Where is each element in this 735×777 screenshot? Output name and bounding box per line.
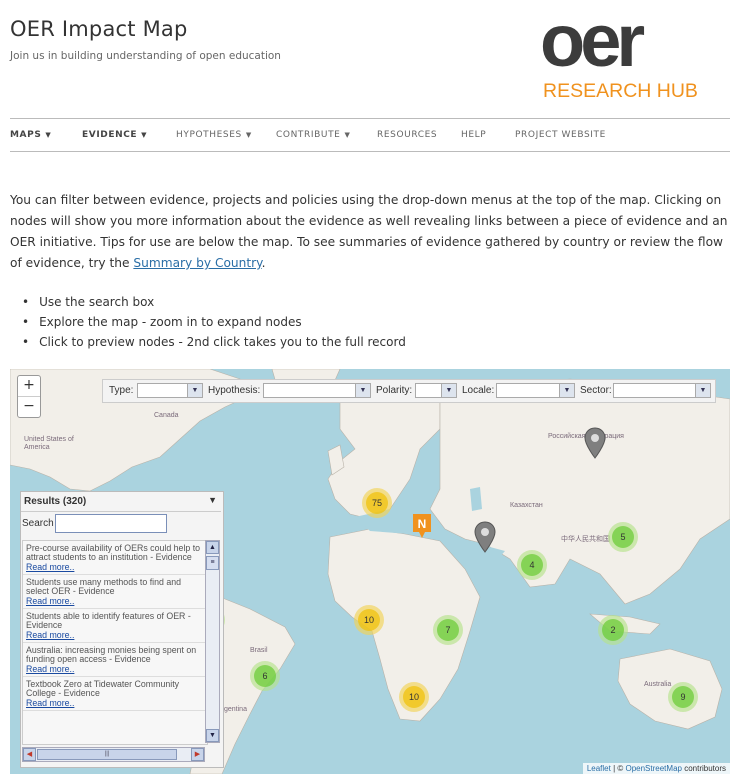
scroll-left-icon[interactable]: ◀ xyxy=(23,748,36,761)
results-list: Pre-course availability of OERs could he… xyxy=(22,540,208,745)
chevron-down-icon: ▼ xyxy=(45,131,52,139)
map-label-canada: Canada xyxy=(154,412,179,419)
read-more-link[interactable]: Read more.. xyxy=(26,699,203,708)
list-item[interactable]: Students able to identify features of OE… xyxy=(23,609,207,643)
map-attribution: Leaflet | © OpenStreetMap contributors xyxy=(582,763,730,774)
nav-help[interactable]: HELP xyxy=(461,130,486,140)
chevron-down-icon: ▼ xyxy=(141,131,148,139)
read-more-link[interactable]: Read more.. xyxy=(26,597,203,606)
intro-paragraph: You can filter between evidence, project… xyxy=(10,193,728,270)
evidence-map[interactable]: Canada United States of America Российск… xyxy=(10,369,730,774)
zoom-out-button[interactable]: − xyxy=(18,396,40,417)
nav-contribute[interactable]: CONTRIBUTE ▼ xyxy=(276,130,350,140)
filter-locale-label: Locale: xyxy=(462,385,495,396)
main-nav: MAPS ▼ EVIDENCE ▼ HYPOTHESES ▼ CONTRIBUTE ▼ … xyxy=(10,118,730,152)
marker-letter: N xyxy=(418,517,427,531)
filter-locale-select[interactable]: ▼ xyxy=(496,383,575,398)
map-cluster-marker[interactable]: 4 xyxy=(517,550,547,580)
read-more-link[interactable]: Read more.. xyxy=(26,665,203,674)
map-label-brasil: Brasil xyxy=(250,647,268,654)
results-search-input[interactable] xyxy=(55,514,167,533)
filter-polarity-select[interactable]: ▼ xyxy=(415,383,457,398)
nav-resources[interactable]: RESOURCES xyxy=(377,130,437,140)
list-item[interactable]: Pre-course availability of OERs could he… xyxy=(23,541,207,575)
map-pin-icon[interactable] xyxy=(474,521,496,553)
site-title[interactable]: OER Impact Map xyxy=(10,17,188,41)
list-item[interactable]: Textbook Zero at Tidewater Community Col… xyxy=(23,677,207,711)
filter-type-select[interactable]: ▼ xyxy=(137,383,203,398)
filter-hypothesis-label: Hypothesis: xyxy=(208,385,261,396)
results-title: Results (320) xyxy=(24,496,87,507)
tips-list: Use the search box Explore the map - zoo… xyxy=(22,292,406,352)
chevron-down-icon: ▼ xyxy=(441,384,456,397)
tip-item: Use the search box xyxy=(22,292,406,312)
list-item[interactable]: Australia: increasing monies being spent… xyxy=(23,643,207,677)
chevron-down-icon: ▼ xyxy=(187,384,202,397)
filter-sector-label: Sector: xyxy=(580,385,612,396)
map-zoom-control: + − xyxy=(17,375,41,418)
nav-hypotheses[interactable]: HYPOTHESES ▼ xyxy=(176,130,252,140)
summary-by-country-link[interactable]: Summary by Country xyxy=(133,256,261,270)
logo-subtitle: RESEARCH HUB xyxy=(543,80,698,102)
search-label: Search xyxy=(22,518,54,529)
tip-item: Click to preview nodes - 2nd click takes… xyxy=(22,332,406,352)
read-more-link[interactable]: Read more.. xyxy=(26,631,203,640)
tip-item: Explore the map - zoom in to expand node… xyxy=(22,312,406,332)
oer-research-hub-logo[interactable]: oer RESEARCH HUB xyxy=(540,8,720,104)
map-cluster-marker[interactable]: 5 xyxy=(608,522,638,552)
results-horizontal-scrollbar[interactable]: ◀ ||| ▶ xyxy=(22,747,205,762)
chevron-down-icon: ▼ xyxy=(344,131,351,139)
list-item[interactable]: Students use many methods to find and se… xyxy=(23,575,207,609)
nav-maps[interactable]: MAPS ▼ xyxy=(10,130,51,140)
chevron-down-icon: ▼ xyxy=(559,384,574,397)
results-header[interactable]: Results (320) ▼ xyxy=(21,492,221,512)
scroll-down-icon[interactable]: ▼ xyxy=(206,729,219,742)
filter-hypothesis-select[interactable]: ▼ xyxy=(263,383,371,398)
chevron-down-icon: ▼ xyxy=(245,131,252,139)
scroll-up-icon[interactable]: ▲ xyxy=(206,541,219,554)
site-tagline: Join us in building understanding of ope… xyxy=(10,50,281,62)
map-cluster-marker[interactable]: 10 xyxy=(354,605,384,635)
map-pin-icon[interactable] xyxy=(584,427,606,459)
logo-word: oer xyxy=(540,8,644,82)
map-cluster-marker[interactable]: 10 xyxy=(399,682,429,712)
filter-type-label: Type: xyxy=(109,385,134,396)
openstreetmap-link[interactable]: OpenStreetMap xyxy=(625,764,681,773)
zoom-in-button[interactable]: + xyxy=(18,376,40,396)
collapse-toggle-icon[interactable]: ▼ xyxy=(208,495,217,505)
results-panel: Results (320) ▼ Search Pre-course availa… xyxy=(20,491,224,768)
filter-sector-select[interactable]: ▼ xyxy=(613,383,711,398)
scroll-right-icon[interactable]: ▶ xyxy=(191,748,204,761)
nav-evidence[interactable]: EVIDENCE ▼ xyxy=(82,130,147,140)
scroll-thumb[interactable]: ≡ xyxy=(206,556,219,570)
map-cluster-marker[interactable]: 2 xyxy=(598,615,628,645)
leaflet-link[interactable]: Leaflet xyxy=(587,764,611,773)
map-cluster-marker[interactable]: 9 xyxy=(668,682,698,712)
map-cluster-marker[interactable]: 6 xyxy=(250,661,280,691)
map-marker-n-icon[interactable]: N xyxy=(412,513,432,539)
map-filter-bar: Type: ▼ Hypothesis: ▼ Polarity: ▼ Locale… xyxy=(102,379,716,403)
filter-polarity-label: Polarity: xyxy=(376,385,413,396)
chevron-down-icon: ▼ xyxy=(695,384,710,397)
map-label-china: 中华人民共和国 xyxy=(561,536,610,543)
map-label-kazakhstan: Казахстан xyxy=(510,502,543,509)
nav-project-website[interactable]: PROJECT WEBSITE xyxy=(515,130,606,140)
chevron-down-icon: ▼ xyxy=(355,384,370,397)
map-label-usa: United States of America xyxy=(24,436,74,451)
map-label-australia: Australia xyxy=(644,681,672,688)
read-more-link[interactable]: Read more.. xyxy=(26,563,203,572)
scroll-thumb[interactable]: ||| xyxy=(37,749,177,760)
map-cluster-marker[interactable]: 75 xyxy=(362,488,392,518)
results-vertical-scrollbar[interactable]: ▲ ≡ ▼ xyxy=(205,540,220,743)
caspian-sea xyxy=(470,487,482,511)
map-cluster-marker[interactable]: 7 xyxy=(433,615,463,645)
